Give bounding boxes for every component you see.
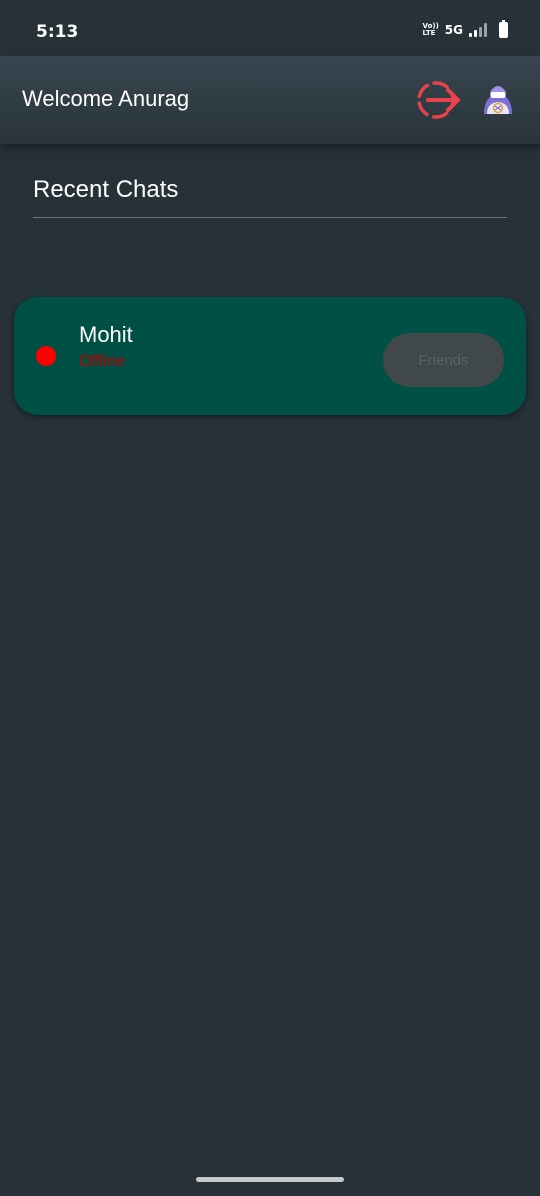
friends-button[interactable]: Friends	[383, 333, 504, 387]
home-indicator[interactable]	[196, 1177, 344, 1182]
avatar-icon	[484, 86, 512, 114]
battery-icon	[499, 20, 508, 38]
divider	[33, 217, 507, 218]
status-bar: 5:13 Vo)) LTE 5G	[0, 0, 540, 56]
recent-chats-title: Recent Chats	[33, 176, 179, 203]
network-type: 5G	[444, 23, 463, 37]
signal-bars-icon	[469, 23, 487, 37]
status-time: 5:13	[36, 22, 79, 42]
volte-icon: Vo)) LTE	[422, 22, 439, 37]
offline-status-dot	[36, 346, 56, 366]
avatar[interactable]	[478, 78, 518, 118]
contact-name: Mohit	[79, 322, 133, 347]
welcome-title: Welcome Anurag	[22, 86, 190, 111]
chat-list-item[interactable]: Mohit Offline Friends	[14, 297, 526, 415]
contact-status: Offline	[79, 353, 125, 370]
app-bar: Welcome Anurag	[0, 56, 540, 144]
logout-icon	[417, 81, 460, 119]
status-icons: Vo)) LTE 5G	[422, 20, 508, 38]
logout-button[interactable]	[416, 77, 462, 123]
